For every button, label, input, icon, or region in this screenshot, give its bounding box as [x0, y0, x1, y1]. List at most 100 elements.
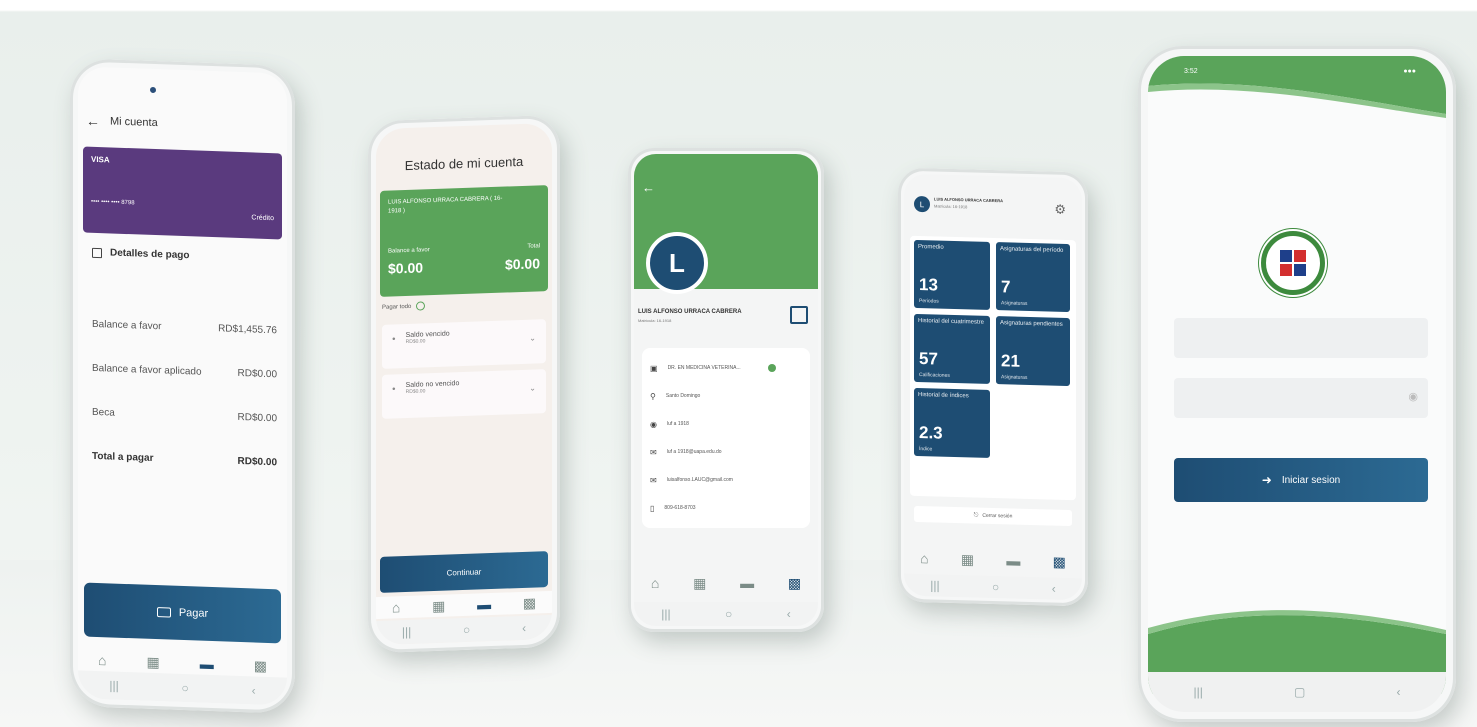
recents-icon[interactable]: ||| — [109, 678, 118, 692]
grid-icon[interactable]: ▩ — [254, 657, 267, 674]
home-button-icon[interactable]: ○ — [463, 623, 470, 637]
arrow-left-icon[interactable]: ← — [642, 180, 655, 195]
card-icon[interactable]: ▬ — [200, 656, 214, 672]
grid-icon[interactable]: ▩ — [523, 594, 536, 611]
detail-row: Beca RD$0.00 — [92, 406, 277, 424]
profile-subtitle: Matrícula: 16-1918 — [934, 203, 968, 210]
user-circle-icon: ◉ — [650, 419, 657, 429]
home-icon[interactable]: ⌂ — [98, 652, 106, 668]
mail-icon: ✉ — [650, 447, 657, 457]
mail-icon: ✉ — [650, 475, 657, 485]
total-row: Total a pagar RD$0.00 — [92, 450, 277, 468]
credit-card[interactable]: VISA •••• •••• •••• 8798 Crédito — [83, 146, 282, 240]
qr-code-icon[interactable] — [790, 306, 808, 324]
verified-icon — [767, 364, 776, 372]
login-button[interactable]: ➜ Iniciar sesion — [1174, 458, 1428, 502]
student-name: LUIS ALFONSO URRACA CABRERA ( 16-1918 ) — [388, 195, 503, 215]
phone-dashboard: L LUIS ALFONSO URRACA CABRERA Matrícula:… — [898, 167, 1088, 607]
recents-icon[interactable]: ||| — [1194, 685, 1203, 699]
gear-icon[interactable]: ⚙ — [1054, 202, 1066, 218]
profile-name: LUIS ALFONSO URRACA CABRERA — [638, 309, 742, 315]
phone-my-account: ← Mi cuenta VISA •••• •••• •••• 8798 Cré… — [70, 58, 295, 714]
arrow-left-icon[interactable]: ← — [86, 113, 100, 129]
continue-button[interactable]: Continuar — [380, 551, 548, 593]
username-input[interactable] — [1174, 318, 1428, 358]
card-brand: VISA — [91, 154, 110, 165]
back-icon[interactable]: ‹ — [522, 621, 526, 635]
stat-tile[interactable]: Asignaturas del período 7 Asignaturas — [996, 242, 1070, 313]
chevron-down-icon: ⌄ — [529, 383, 536, 393]
card-icon[interactable]: ▬ — [1006, 552, 1020, 568]
chevron-down-icon: ⌄ — [529, 333, 536, 343]
stat-tile[interactable]: Promedio 13 Periodos — [914, 239, 990, 310]
detail-row: Balance a favor aplicado RD$0.00 — [92, 362, 277, 380]
pay-button[interactable]: Pagar — [84, 582, 281, 644]
calendar-icon[interactable]: ▦ — [961, 551, 974, 568]
detail-item: ✉ luisalfonso.LAUC@gmail.com — [650, 475, 733, 485]
calendar-icon[interactable]: ▦ — [432, 597, 445, 614]
eye-icon[interactable]: ◉ — [1408, 390, 1418, 403]
card-icon[interactable]: ▬ — [477, 596, 491, 612]
detail-item: ▯ 809-618-8703 — [650, 503, 696, 513]
home-button-icon[interactable]: ▢ — [1294, 685, 1305, 699]
balance-item[interactable]: ● Saldo vencido RD$0.00 ⌄ — [382, 319, 546, 369]
logout-button[interactable]: ⎋ Cerrar sesión — [914, 505, 1072, 527]
back-icon[interactable]: ‹ — [787, 607, 791, 621]
pay-all-label: Pagar todo — [382, 303, 412, 311]
page-title: Mi cuenta — [110, 115, 158, 130]
grid-icon[interactable]: ▩ — [1053, 553, 1066, 570]
login-icon: ➜ — [1261, 473, 1272, 487]
balance-card: LUIS ALFONSO URRACA CABRERA ( 16-1918 ) … — [380, 185, 548, 297]
plus-icon: ● — [392, 335, 396, 343]
stat-tile[interactable]: Historial del cuatrimestre 57 Calificacion… — [914, 313, 990, 384]
card-number: •••• •••• •••• 8798 — [91, 198, 135, 207]
card-icon[interactable]: ▬ — [740, 575, 754, 591]
card-type: Crédito — [251, 214, 274, 223]
home-icon[interactable]: ⌂ — [392, 599, 400, 615]
university-logo — [1261, 231, 1325, 295]
pay-all-radio[interactable] — [416, 301, 426, 311]
calendar-icon[interactable]: ▦ — [146, 653, 159, 670]
grid-icon[interactable]: ▩ — [788, 575, 801, 592]
logout-icon: ⎋ — [973, 511, 979, 519]
phone-login: 3:52 ●●● ◉ ➜ Iniciar sesion ||| ▢ ‹ — [1138, 46, 1456, 722]
home-icon[interactable]: ⌂ — [651, 575, 659, 591]
balance-value: $0.00 — [388, 259, 424, 277]
detail-item: ◉ luf a 1918 — [650, 419, 689, 429]
recents-icon[interactable]: ||| — [402, 625, 411, 639]
stat-tile[interactable]: Asignaturas pendientes 21 Asignaturas — [996, 316, 1070, 387]
detail-row: Balance a favor RD$1,455.76 — [92, 318, 277, 336]
home-button-icon[interactable]: ○ — [725, 607, 732, 621]
calendar-icon[interactable]: ▦ — [693, 575, 706, 592]
password-input[interactable]: ◉ — [1174, 378, 1428, 418]
stats-grid: Promedio 13 Periodos Asignaturas del perío… — [910, 235, 1076, 501]
profile-details: ▣ DR. EN MEDICINA VETERINA... ⚲ Santo Do… — [642, 348, 810, 528]
money-icon — [156, 607, 171, 618]
balance-item[interactable]: ● Saldo no vencido RD$0.00 ⌄ — [382, 369, 546, 419]
back-icon[interactable]: ‹ — [1052, 582, 1056, 596]
top-wave — [1148, 56, 1446, 118]
avatar: L — [646, 232, 708, 294]
payment-details: Balance a favor RD$1,455.76 Balance a fav… — [92, 302, 277, 484]
id-card-icon: ▣ — [650, 363, 658, 373]
status-icons: ●●● — [1403, 68, 1416, 75]
total-label: Total — [527, 243, 540, 250]
home-button-icon[interactable]: ○ — [182, 681, 189, 695]
status-time: 3:52 — [1184, 68, 1198, 75]
phone-account-status: Estado de mi cuenta LUIS ALFONSO URRACA … — [368, 114, 560, 654]
home-icon[interactable]: ⌂ — [920, 550, 928, 566]
home-button-icon[interactable]: ○ — [992, 580, 999, 594]
stat-tile[interactable]: Historial de índices 2.3 Índice — [914, 387, 990, 458]
recents-icon[interactable]: ||| — [930, 578, 939, 592]
recents-icon[interactable]: ||| — [661, 607, 670, 621]
total-value: $0.00 — [504, 255, 540, 273]
profile-name: LUIS ALFONSO URRACA CABRERA — [934, 196, 1004, 204]
back-icon[interactable]: ‹ — [1396, 685, 1400, 699]
detail-item: ✉ luf a 1918@uapa.edu.do — [650, 447, 722, 457]
phone-profile: ← L LUIS ALFONSO URRACA CABRERA Matrícul… — [628, 148, 824, 632]
notch — [150, 86, 156, 94]
back-icon[interactable]: ‹ — [252, 683, 256, 697]
phone-icon: ▯ — [650, 503, 655, 513]
page-title: Estado de mi cuenta — [404, 153, 524, 174]
section-title: Detalles de pago — [110, 247, 190, 262]
